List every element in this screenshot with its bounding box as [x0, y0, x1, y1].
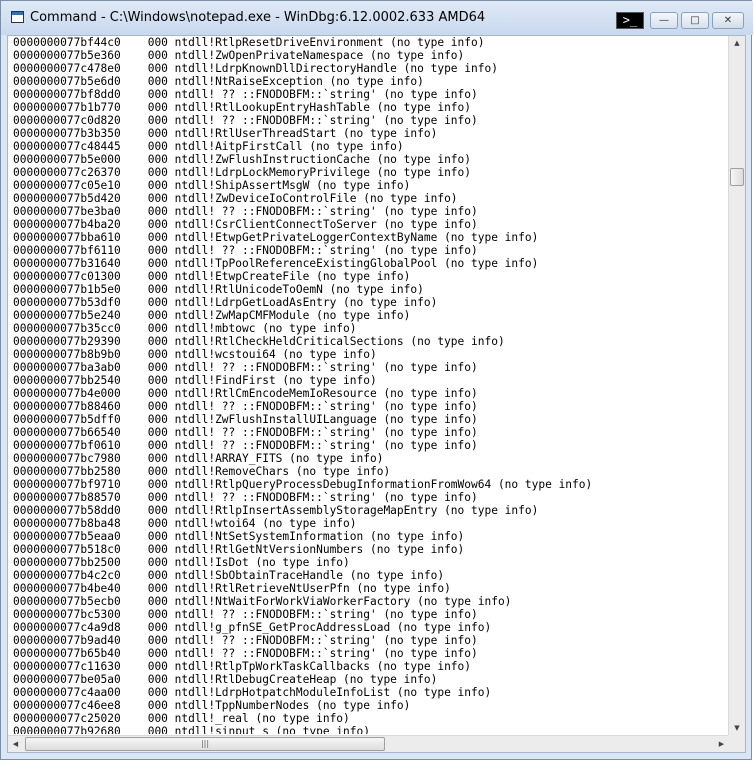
command-window: Command - C:\Windows\notepad.exe - WinDb…	[0, 0, 753, 760]
output-line: 0000000077bf9710 000 ntdll!RtlpQueryProc…	[13, 478, 593, 491]
output-line: 0000000077ba3ab0 000 ntdll! ?? ::FNODOBF…	[13, 361, 478, 374]
output-line: 0000000077bf44c0 000 ntdll!RtlpResetDriv…	[13, 36, 485, 49]
output-line: 0000000077c46ee8 000 ntdll!TppNumberNode…	[13, 699, 411, 712]
output-line: 0000000077b5e360 000 ntdll!ZwOpenPrivate…	[13, 49, 465, 62]
output-line: 0000000077b8ba48 000 ntdll!wtoi64 (no ty…	[13, 517, 357, 530]
output-line: 0000000077c4aa00 000 ntdll!LdrpHotpatchM…	[13, 686, 492, 699]
output-line: 0000000077bf0610 000 ntdll! ?? ::FNODOBF…	[13, 439, 478, 452]
output-line: 0000000077b58dd0 000 ntdll!RtlpInsertAss…	[13, 504, 539, 517]
output-line: 0000000077b9ad40 000 ntdll! ?? ::FNODOBF…	[13, 634, 478, 647]
command-window-icon	[11, 11, 24, 23]
output-line: 0000000077b29390 000 ntdll!RtlCheckHeldC…	[13, 335, 505, 348]
output-line: 0000000077b3b350 000 ntdll!RtlUserThread…	[13, 127, 438, 140]
output-line: 0000000077b35cc0 000 ntdll!mbtowc (no ty…	[13, 322, 357, 335]
output-line: 0000000077b31640 000 ntdll!TpPoolReferen…	[13, 257, 539, 270]
console-prompt-icon[interactable]: >_	[616, 12, 644, 29]
minimize-button[interactable]: —	[650, 12, 678, 29]
output-line: 0000000077b518c0 000 ntdll!RtlGetNtVersi…	[13, 543, 465, 556]
output-line: 0000000077c0d820 000 ntdll! ?? ::FNODOBF…	[13, 114, 478, 127]
output-line: 0000000077c4a9d8 000 ntdll!g_pfnSE_GetPr…	[13, 621, 492, 634]
output-line: 0000000077b66540 000 ntdll! ?? ::FNODOBF…	[13, 426, 478, 439]
command-output-pane[interactable]: 0000000077bf44c0 000 ntdll!RtlpResetDriv…	[7, 35, 746, 753]
output-line: 0000000077bc7980 000 ntdll!ARRAY_FITS (n…	[13, 452, 384, 465]
close-button[interactable]: ✕	[712, 12, 744, 29]
horizontal-scrollbar[interactable]: ◀ ||| ▶	[8, 735, 729, 752]
output-line: 0000000077bf6110 000 ntdll! ?? ::FNODOBF…	[13, 244, 478, 257]
window-title: Command - C:\Windows\notepad.exe - WinDb…	[30, 10, 486, 25]
vertical-scrollbar[interactable]: ▲ ▼	[728, 36, 745, 736]
output-line: 0000000077b5d420 000 ntdll!ZwDeviceIoCon…	[13, 192, 458, 205]
output-line: 0000000077b4be40 000 ntdll!RtlRetrieveNt…	[13, 582, 451, 595]
title-bar[interactable]: Command - C:\Windows\notepad.exe - WinDb…	[1, 1, 753, 35]
output-line: 0000000077b1b770 000 ntdll!RtlLookupEntr…	[13, 101, 472, 114]
output-line: 0000000077b1b5e0 000 ntdll!RtlUnicodeToO…	[13, 283, 424, 296]
output-line: 0000000077b4c2c0 000 ntdll!SbObtainTrace…	[13, 569, 445, 582]
output-line: 0000000077bb2500 000 ntdll!IsDot (no typ…	[13, 556, 350, 569]
arrow-down-icon[interactable]: ▼	[729, 721, 745, 736]
output-line: 0000000077c48445 000 ntdll!AitpFirstCall…	[13, 140, 404, 153]
output-line: 0000000077b5e000 000 ntdll!ZwFlushInstru…	[13, 153, 472, 166]
arrow-left-icon[interactable]: ◀	[8, 736, 23, 752]
output-line: 0000000077c25020 000 ntdll!_real (no typ…	[13, 712, 350, 725]
output-line: 0000000077b65b40 000 ntdll! ?? ::FNODOBF…	[13, 647, 478, 660]
maximize-icon: □	[690, 15, 700, 26]
output-line: 0000000077bba610 000 ntdll!EtwpGetPrivat…	[13, 231, 539, 244]
output-line: 0000000077b5dff0 000 ntdll!ZwFlushInstal…	[13, 413, 478, 426]
maximize-button[interactable]: □	[681, 12, 709, 29]
output-line: 0000000077be05a0 000 ntdll!RtlDebugCreat…	[13, 673, 438, 686]
output-line: 0000000077b4ba20 000 ntdll!CsrClientConn…	[13, 218, 478, 231]
close-icon: ✕	[723, 15, 733, 26]
output-line: 0000000077c01300 000 ntdll!EtwpCreateFil…	[13, 270, 411, 283]
output-line: 0000000077bb2540 000 ntdll!FindFirst (no…	[13, 374, 377, 387]
output-line: 0000000077b5e6d0 000 ntdll!NtRaiseExcept…	[13, 75, 424, 88]
arrow-up-icon[interactable]: ▲	[729, 36, 745, 51]
output-line: 0000000077c478e0 000 ntdll!LdrpKnownDllD…	[13, 62, 498, 75]
output-line: 0000000077b8b9b0 000 ntdll!wcstoui64 (no…	[13, 348, 377, 361]
scrollbar-corner	[728, 735, 745, 752]
minimize-icon: —	[659, 15, 669, 26]
output-text: 0000000077bf44c0 000 ntdll!RtlpResetDriv…	[13, 36, 731, 734]
vertical-scroll-thumb[interactable]	[730, 168, 744, 186]
output-line: 0000000077b5e240 000 ntdll!ZwMapCMFModul…	[13, 309, 411, 322]
output-line: 0000000077b92680 000 ntdll!sinput_s (no …	[13, 725, 370, 734]
output-line: 0000000077b5eaa0 000 ntdll!NtSetSystemIn…	[13, 530, 465, 543]
output-line: 0000000077bb2580 000 ntdll!RemoveChars (…	[13, 465, 391, 478]
output-line: 0000000077c11630 000 ntdll!RtlpTpWorkTas…	[13, 660, 472, 673]
output-line: 0000000077b4e000 000 ntdll!RtlCmEncodeMe…	[13, 387, 478, 400]
arrow-right-icon[interactable]: ▶	[714, 736, 729, 752]
output-line: 0000000077be3ba0 000 ntdll! ?? ::FNODOBF…	[13, 205, 478, 218]
output-line: 0000000077b5ecb0 000 ntdll!NtWaitForWork…	[13, 595, 512, 608]
output-line: 0000000077c05e10 000 ntdll!ShipAssertMsg…	[13, 179, 411, 192]
output-line: 0000000077c26370 000 ntdll!LdrpLockMemor…	[13, 166, 472, 179]
output-line: 0000000077bc5300 000 ntdll! ?? ::FNODOBF…	[13, 608, 478, 621]
output-line: 0000000077b88570 000 ntdll! ?? ::FNODOBF…	[13, 491, 478, 504]
output-line: 0000000077b53df0 000 ntdll!LdrpGetLoadAs…	[13, 296, 438, 309]
output-line: 0000000077bf8dd0 000 ntdll! ?? ::FNODOBF…	[13, 88, 478, 101]
horizontal-scroll-thumb[interactable]: |||	[25, 737, 385, 751]
output-line: 0000000077b88460 000 ntdll! ?? ::FNODOBF…	[13, 400, 478, 413]
